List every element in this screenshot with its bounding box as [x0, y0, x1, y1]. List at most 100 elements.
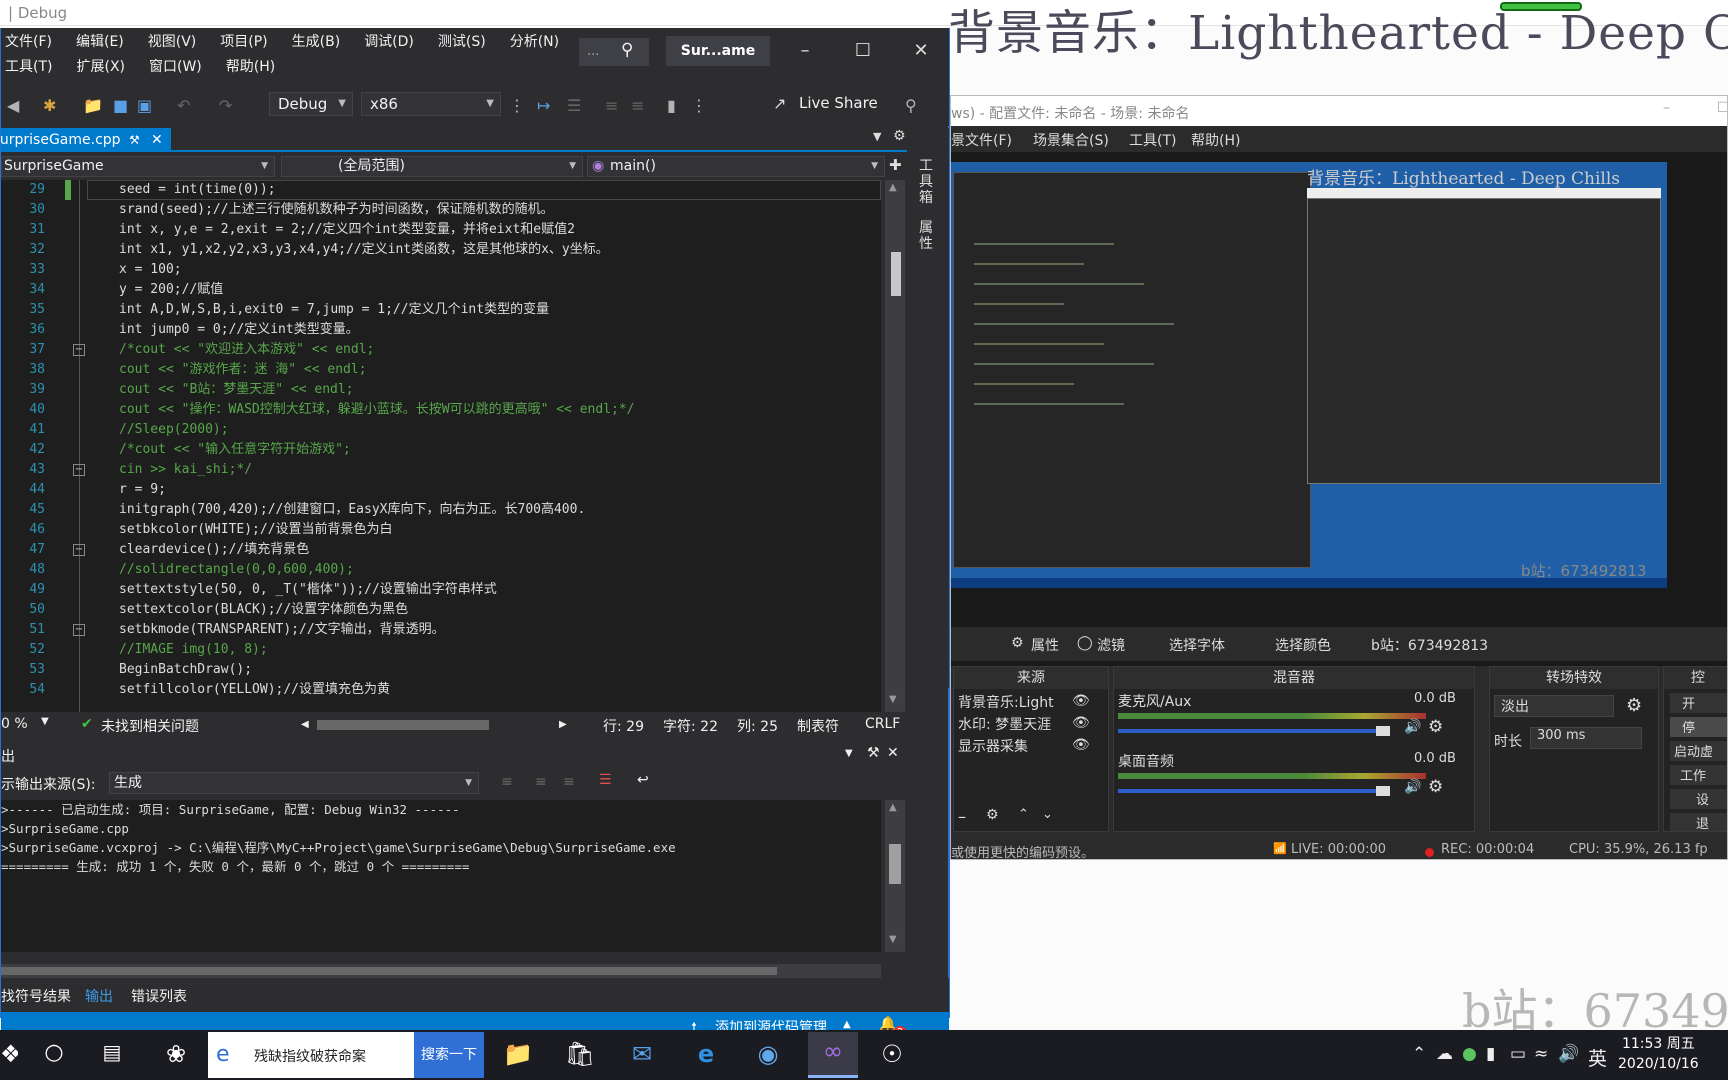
back-icon[interactable]: ◀	[7, 96, 19, 115]
output-horizontal-scrollbar[interactable]	[1, 964, 881, 978]
volume-slider[interactable]	[1118, 729, 1388, 733]
search-now-button[interactable]: 搜索一下	[414, 1032, 484, 1078]
studio-mode-button[interactable]: 工作	[1670, 765, 1727, 785]
start-icon[interactable]: ❖	[0, 1040, 18, 1068]
code-line[interactable]: int x1, y1,x2,y2,x3,y3,x4,y4;//定义int类函数，…	[119, 240, 879, 260]
project-select[interactable]: SurpriseGame ▼	[1, 156, 275, 177]
find-icon[interactable]: ↦	[537, 96, 550, 115]
minimize-icon[interactable]: –	[1663, 100, 1670, 116]
save-all-icon[interactable]: ▣	[137, 96, 152, 115]
scroll-thumb[interactable]	[889, 844, 901, 884]
indent-icon[interactable]: ≡	[605, 96, 618, 115]
fold-toggle[interactable]: −	[73, 344, 85, 356]
gear-icon[interactable]: ⚙	[1428, 717, 1443, 737]
fold-toggle[interactable]: −	[73, 464, 85, 476]
properties-tab[interactable]: 属性	[917, 220, 935, 252]
edge-icon[interactable]: e	[686, 1040, 726, 1068]
tab-error-list[interactable]: 错误列表	[131, 986, 187, 1006]
file-explorer-icon[interactable]: 📁	[498, 1040, 538, 1068]
eye-icon[interactable]: 👁	[1072, 715, 1090, 731]
tab-surprisegame-cpp[interactable]: SurpriseGame.cpp ⚒ ✕	[0, 128, 171, 152]
battery-icon[interactable]: ▮	[1486, 1044, 1495, 1064]
platform-select[interactable]: x86 ▼	[361, 92, 501, 116]
code-line[interactable]: settextcolor(BLACK);//设置字体颜色为黑色	[119, 600, 879, 620]
live-share-icon[interactable]: ↗	[773, 94, 786, 113]
visual-studio-taskbar-icon[interactable]: ∞	[808, 1032, 858, 1078]
menu-analyze[interactable]: 分析(N)	[498, 30, 571, 55]
close-icon[interactable]: ✕	[887, 745, 899, 761]
gear-icon[interactable]: ⚙	[1011, 635, 1024, 651]
code-line[interactable]: //Sleep(2000);	[119, 420, 879, 440]
code-line[interactable]: /*cout << "欢迎进入本游戏" << endl;	[119, 340, 879, 360]
menu-tools[interactable]: 工具(T)	[1129, 130, 1176, 150]
code-editor[interactable]: − − − − 29 30 31 32 33 34 35 36 37 38 39 40 41 42 43 44…	[1, 180, 881, 712]
volume-icon[interactable]: 🔊	[1558, 1044, 1579, 1064]
search-icon[interactable]: ⚲	[621, 40, 633, 60]
menu-extensions[interactable]: 扩展(X)	[64, 55, 137, 80]
exit-button[interactable]: 退	[1670, 813, 1727, 832]
code-line[interactable]: cout << "游戏作者：迷 海" << endl;	[119, 360, 879, 380]
fold-toggle[interactable]: −	[73, 544, 85, 556]
zoom-level[interactable]: 0 %	[1, 716, 28, 732]
browser-search-bar[interactable]: e 残缺指纹破获命案	[208, 1032, 414, 1078]
clear-all-icon[interactable]: ☰	[599, 772, 612, 788]
settings-button[interactable]: 设	[1670, 789, 1727, 809]
menu-project[interactable]: 项目(P)	[208, 30, 279, 55]
select-color-button[interactable]: 选择颜色	[1275, 635, 1331, 655]
maximize-icon[interactable]: ☐	[1717, 100, 1727, 116]
toolbox-tab[interactable]: 工具箱	[917, 158, 935, 206]
virtual-camera-button[interactable]: 启动虚	[1670, 741, 1727, 761]
find-message-icon[interactable]: ≡	[501, 774, 513, 790]
obs-taskbar-icon[interactable]: ☉	[872, 1040, 912, 1068]
wechat-icon[interactable]: ●	[1462, 1044, 1477, 1064]
code-line[interactable]: setbkcolor(WHITE);//设置当前背景色为白	[119, 520, 879, 540]
remove-source-icon[interactable]: –	[958, 807, 966, 826]
scroll-up-icon[interactable]: ▲	[889, 802, 897, 813]
code-line[interactable]: cin >> kai_shi;*/	[119, 460, 879, 480]
menu-help[interactable]: 帮助(H)	[1191, 130, 1240, 150]
more-icon[interactable]: ⋮	[691, 96, 707, 115]
text-source-value[interactable]: b站：673492813	[1371, 635, 1488, 655]
speaker-icon[interactable]: 🔊	[1404, 719, 1421, 735]
horizontal-scroll-thumb[interactable]	[317, 720, 489, 730]
gear-icon[interactable]: ⚙	[986, 807, 999, 823]
move-down-icon[interactable]: ⌄	[1042, 807, 1053, 822]
menu-file[interactable]: 文件(F)	[0, 30, 64, 55]
scroll-up-icon[interactable]: ▲	[889, 182, 897, 193]
speaker-icon[interactable]: 🔊	[1404, 779, 1421, 795]
select-font-button[interactable]: 选择字体	[1169, 635, 1225, 655]
mail-icon[interactable]: ✉	[622, 1040, 662, 1068]
cortana-icon[interactable]: ○	[34, 1040, 74, 1065]
code-line[interactable]: cout << "B站：梦墨天涯" << endl;	[119, 380, 879, 400]
chevron-down-icon[interactable]: ▼	[845, 748, 853, 759]
system-clock[interactable]: 11:53 周五 2020/10/16	[1618, 1034, 1699, 1074]
transition-select[interactable]: 淡出	[1494, 695, 1614, 717]
tab-find-symbol-results[interactable]: 找符号结果	[1, 986, 71, 1006]
code-line[interactable]: cleardevice();//填充背景色	[119, 540, 879, 560]
outdent-icon[interactable]: ≡	[631, 96, 644, 115]
fold-toggle[interactable]: −	[73, 624, 85, 636]
minimize-icon[interactable]: –	[785, 36, 825, 66]
code-text[interactable]: seed = int(time(0)); srand(seed);//上述三行使随…	[119, 180, 879, 700]
code-line[interactable]: /*cout << "输入任意字符开始游戏";	[119, 440, 879, 460]
source-item[interactable]: 显示器采集	[958, 737, 1028, 757]
output-vertical-scrollbar[interactable]: ▲ ▼	[885, 800, 905, 952]
code-line[interactable]: y = 200;//赋值	[119, 280, 879, 300]
code-line[interactable]: //IMAGE img(10, 8);	[119, 640, 879, 660]
issues-text[interactable]: 未找到相关问题	[101, 716, 199, 736]
volume-knob[interactable]	[1376, 726, 1390, 736]
prev-message-icon[interactable]: ≡	[535, 774, 547, 790]
properties-button[interactable]: 属性	[1031, 635, 1059, 655]
code-line[interactable]: setbkmode(TRANSPARENT);//文字输出，背景透明。	[119, 620, 879, 640]
save-icon[interactable]: ■	[113, 96, 128, 115]
feedback-icon[interactable]: ⚲	[905, 96, 917, 115]
code-line[interactable]: int jump0 = 0;//定义int类型变量。	[119, 320, 879, 340]
code-line[interactable]: cout << "操作：WASD控制大红球，躲避小蓝球。长按W可以跳的更高哦" …	[119, 400, 879, 420]
filter-icon[interactable]: ◯	[1077, 635, 1093, 651]
split-icon[interactable]: ✚	[889, 156, 902, 174]
cloud-icon[interactable]: ☁	[1436, 1044, 1453, 1064]
menu-debug[interactable]: 调试(D)	[352, 30, 426, 55]
wifi-icon[interactable]: ≈	[1534, 1044, 1548, 1064]
store-icon[interactable]: 🛍	[560, 1040, 600, 1068]
pin-icon[interactable]: ⚒	[867, 745, 880, 761]
